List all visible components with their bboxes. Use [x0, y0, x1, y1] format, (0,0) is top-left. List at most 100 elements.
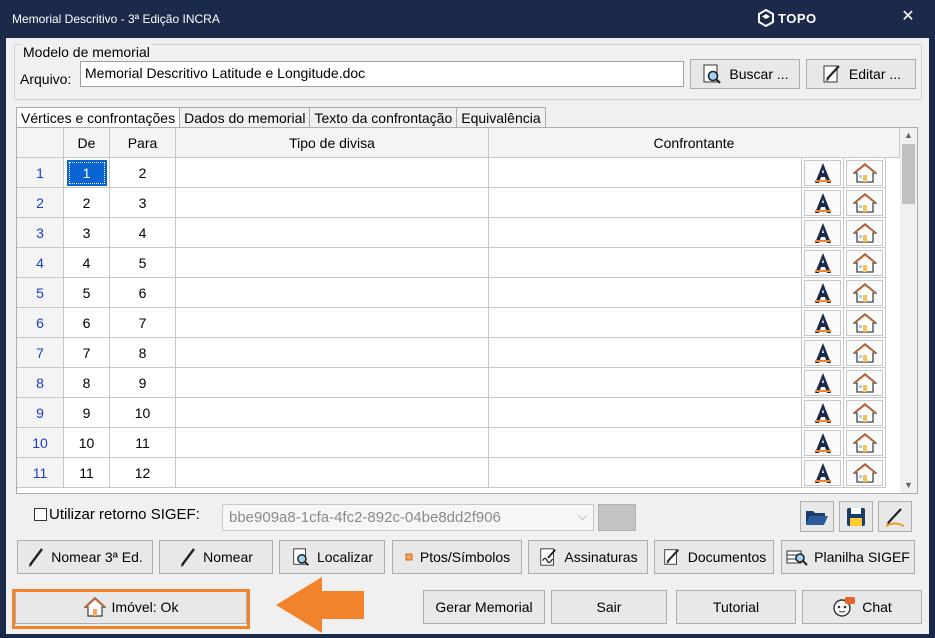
scroll-up-icon[interactable]: ▲	[904, 130, 913, 140]
open-folder-button[interactable]	[800, 501, 834, 532]
house-icon[interactable]	[846, 339, 883, 366]
header-para[interactable]: Para	[110, 128, 176, 158]
cell-confrontante[interactable]	[489, 278, 802, 308]
chat-button[interactable]: Chat	[802, 590, 922, 624]
cell-confrontante[interactable]	[489, 188, 802, 218]
sigef-checkbox[interactable]	[34, 508, 47, 521]
scroll-thumb[interactable]	[902, 144, 915, 204]
cell-para[interactable]: 7	[110, 308, 176, 338]
table-row[interactable]: 223	[17, 188, 886, 218]
cell-para[interactable]: 2	[110, 158, 176, 188]
cell-de[interactable]: 4	[64, 248, 110, 278]
header-confrontante[interactable]: Confrontante	[489, 128, 900, 158]
close-icon[interactable]: ✕	[899, 8, 917, 26]
tutorial-button[interactable]: Tutorial	[676, 590, 796, 624]
cell-confrontante[interactable]	[489, 368, 802, 398]
house-icon[interactable]	[846, 249, 883, 276]
cell-de[interactable]: 11	[64, 458, 110, 488]
ptos-simbolos-button[interactable]: Ptos/Símbolos	[392, 540, 522, 574]
text-a-icon[interactable]	[804, 249, 841, 276]
header-tipo[interactable]: Tipo de divisa	[176, 128, 489, 158]
cell-tipo[interactable]	[176, 158, 489, 188]
table-row[interactable]: 667	[17, 308, 886, 338]
sigef-color-box[interactable]	[598, 504, 636, 531]
tab-texto[interactable]: Texto da confrontação	[309, 107, 458, 127]
text-a-icon[interactable]	[804, 159, 841, 186]
cell-de[interactable]: 3	[64, 218, 110, 248]
cell-de[interactable]: 7	[64, 338, 110, 368]
selected-cell[interactable]: 1	[66, 159, 107, 186]
localizar-button[interactable]: Localizar	[279, 540, 385, 574]
cell-para[interactable]: 12	[110, 458, 176, 488]
cell-de[interactable]: 9	[64, 398, 110, 428]
cell-confrontante[interactable]	[489, 458, 802, 488]
cell-confrontante[interactable]	[489, 428, 802, 458]
chevron-down-icon[interactable]: ⌵	[578, 509, 587, 524]
gerar-memorial-button[interactable]: Gerar Memorial	[423, 590, 545, 624]
file-path-field[interactable]: Memorial Descritivo Latitude e Longitude…	[80, 61, 684, 87]
cell-para[interactable]: 10	[110, 398, 176, 428]
cell-de[interactable]: 10	[64, 428, 110, 458]
house-icon[interactable]	[846, 399, 883, 426]
house-icon[interactable]	[846, 219, 883, 246]
grid-scrollbar[interactable]: ▲ ▼	[900, 128, 917, 493]
text-a-icon[interactable]	[804, 309, 841, 336]
cell-tipo[interactable]	[176, 398, 489, 428]
cell-tipo[interactable]	[176, 278, 489, 308]
sigef-combo[interactable]: bbe909a8-1cfa-4fc2-892c-04be8dd2f906 ⌵	[222, 504, 594, 531]
house-icon[interactable]	[846, 309, 883, 336]
text-a-icon[interactable]	[804, 429, 841, 456]
cell-confrontante[interactable]	[489, 218, 802, 248]
sigef-option[interactable]: Utilizar retorno SIGEF:	[34, 506, 200, 523]
house-icon[interactable]	[846, 369, 883, 396]
text-a-icon[interactable]	[804, 339, 841, 366]
editar-button[interactable]: Editar ...	[806, 59, 916, 89]
cell-de[interactable]: 6	[64, 308, 110, 338]
planilha-sigef-button[interactable]: Planilha SIGEF	[781, 540, 915, 574]
cell-confrontante[interactable]	[489, 338, 802, 368]
cell-tipo[interactable]	[176, 458, 489, 488]
cell-tipo[interactable]	[176, 188, 489, 218]
text-a-icon[interactable]	[804, 459, 841, 486]
table-row[interactable]: 556	[17, 278, 886, 308]
cell-tipo[interactable]	[176, 308, 489, 338]
cell-para[interactable]: 6	[110, 278, 176, 308]
nomear-button[interactable]: Nomear	[159, 540, 273, 574]
sign-button[interactable]	[878, 501, 912, 532]
cell-confrontante[interactable]	[489, 308, 802, 338]
tab-vertices[interactable]: Vértices e confrontações	[16, 107, 181, 128]
cell-tipo[interactable]	[176, 428, 489, 458]
tab-equivalencia[interactable]: Equivalência	[456, 107, 546, 127]
buscar-button[interactable]: Buscar ...	[690, 59, 800, 89]
cell-confrontante[interactable]	[489, 398, 802, 428]
table-row[interactable]: 11 11 12	[17, 458, 886, 488]
text-a-icon[interactable]	[804, 189, 841, 216]
text-a-icon[interactable]	[804, 219, 841, 246]
cell-para[interactable]: 3	[110, 188, 176, 218]
table-row[interactable]: 445	[17, 248, 886, 278]
vertices-grid[interactable]: De Para Tipo de divisa Confrontante 1122…	[16, 127, 918, 494]
table-row[interactable]: 889	[17, 368, 886, 398]
cell-para[interactable]: 5	[110, 248, 176, 278]
table-row[interactable]: 112	[17, 158, 886, 188]
cell-confrontante[interactable]	[489, 158, 802, 188]
documentos-button[interactable]: Documentos	[654, 540, 774, 574]
house-icon[interactable]	[846, 189, 883, 216]
cell-de[interactable]: 5	[64, 278, 110, 308]
cell-tipo[interactable]	[176, 368, 489, 398]
cell-confrontante[interactable]	[489, 248, 802, 278]
save-button[interactable]	[839, 501, 873, 532]
table-row[interactable]: 778	[17, 338, 886, 368]
text-a-icon[interactable]	[804, 399, 841, 426]
cell-tipo[interactable]	[176, 218, 489, 248]
table-row[interactable]: 334	[17, 218, 886, 248]
cell-de[interactable]: 8	[64, 368, 110, 398]
house-icon[interactable]	[846, 459, 883, 486]
house-icon[interactable]	[846, 429, 883, 456]
tab-dados[interactable]: Dados do memorial	[179, 107, 311, 127]
nomear-3ed-button[interactable]: Nomear 3ª Ed.	[17, 540, 153, 574]
cell-tipo[interactable]	[176, 248, 489, 278]
cell-tipo[interactable]	[176, 338, 489, 368]
house-icon[interactable]	[846, 159, 883, 186]
text-a-icon[interactable]	[804, 369, 841, 396]
